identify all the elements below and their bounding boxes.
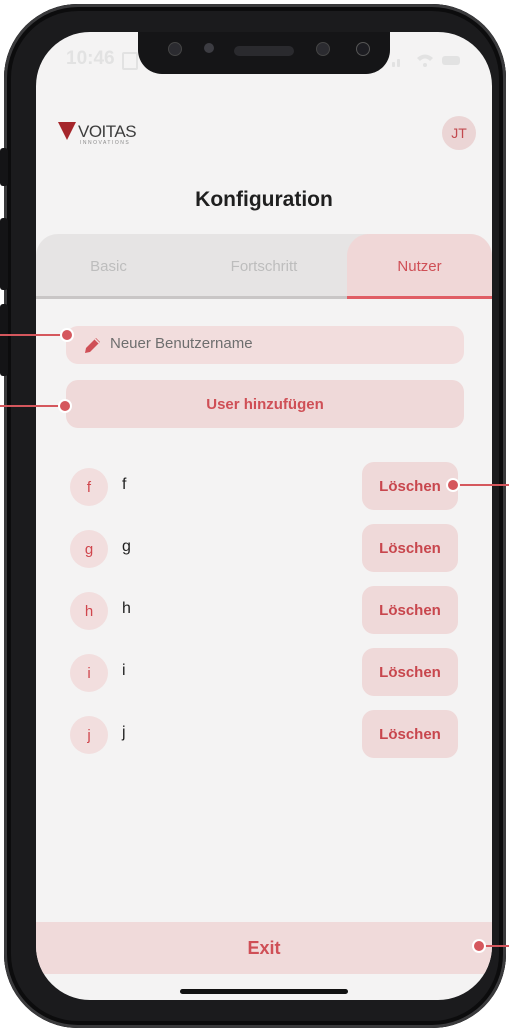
speaker-grille bbox=[234, 46, 294, 56]
exit-button[interactable]: Exit bbox=[36, 922, 492, 974]
camera-lens-icon bbox=[168, 42, 182, 56]
app-screen: 10:46 VOITAS INNOVATIONS JT Konfiguratio… bbox=[36, 32, 492, 1000]
sensor-icon bbox=[204, 43, 214, 53]
callout-dot-add bbox=[58, 399, 72, 413]
user-name: g bbox=[122, 538, 131, 555]
user-avatar[interactable]: JT bbox=[442, 116, 476, 150]
user-initial-badge: j bbox=[70, 716, 108, 754]
tab-bar: Basic Fortschritt Nutzer bbox=[36, 234, 492, 298]
tab-nutzer[interactable]: Nutzer bbox=[347, 234, 492, 298]
user-name: h bbox=[122, 600, 131, 617]
delete-user-button[interactable]: Löschen bbox=[362, 462, 458, 510]
callout-line-delete bbox=[454, 484, 509, 486]
delete-user-button[interactable]: Löschen bbox=[362, 524, 458, 572]
volume-down-button bbox=[0, 304, 8, 376]
mute-switch bbox=[0, 148, 8, 186]
front-camera-icon bbox=[356, 42, 370, 56]
tab-active-indicator bbox=[347, 296, 492, 299]
pencil-icon bbox=[85, 338, 100, 353]
user-row-i: i i Löschen bbox=[70, 648, 458, 698]
user-initial-badge: g bbox=[70, 530, 108, 568]
logo-subtext: INNOVATIONS bbox=[80, 140, 131, 146]
status-icons bbox=[392, 54, 460, 67]
new-username-input[interactable]: Neuer Benutzername bbox=[66, 326, 464, 364]
status-time: 10:46 bbox=[66, 48, 115, 69]
delete-user-button[interactable]: Löschen bbox=[362, 648, 458, 696]
page-title: Konfiguration bbox=[195, 188, 333, 211]
volume-up-button bbox=[0, 218, 8, 290]
user-name: i bbox=[122, 662, 126, 679]
add-user-button[interactable]: User hinzufügen bbox=[66, 380, 464, 428]
voitas-v-logo-icon bbox=[58, 122, 76, 140]
user-name: j bbox=[122, 724, 126, 741]
delete-user-button[interactable]: Löschen bbox=[362, 710, 458, 758]
home-indicator[interactable] bbox=[180, 989, 348, 994]
callout-dot-exit bbox=[472, 939, 486, 953]
callout-line-input bbox=[0, 334, 64, 336]
user-row-g: g g Löschen bbox=[70, 524, 458, 574]
logo-text: VOITAS bbox=[78, 122, 137, 141]
user-name: f bbox=[122, 476, 127, 493]
tab-basic[interactable]: Basic bbox=[36, 234, 181, 298]
notification-icon bbox=[122, 52, 138, 70]
username-placeholder: Neuer Benutzername bbox=[110, 335, 253, 352]
callout-line-add bbox=[0, 405, 62, 407]
user-initial-badge: h bbox=[70, 592, 108, 630]
notch bbox=[138, 32, 390, 74]
delete-user-button[interactable]: Löschen bbox=[362, 586, 458, 634]
callout-dot-input bbox=[60, 328, 74, 342]
callout-dot-delete bbox=[446, 478, 460, 492]
tab-fortschritt[interactable]: Fortschritt bbox=[181, 234, 347, 298]
user-row-j: j j Löschen bbox=[70, 710, 458, 760]
user-row-f: f f Löschen bbox=[70, 462, 458, 512]
proximity-sensor-icon bbox=[316, 42, 330, 56]
user-row-h: h h Löschen bbox=[70, 586, 458, 636]
user-initial-badge: i bbox=[70, 654, 108, 692]
user-initial-badge: f bbox=[70, 468, 108, 506]
